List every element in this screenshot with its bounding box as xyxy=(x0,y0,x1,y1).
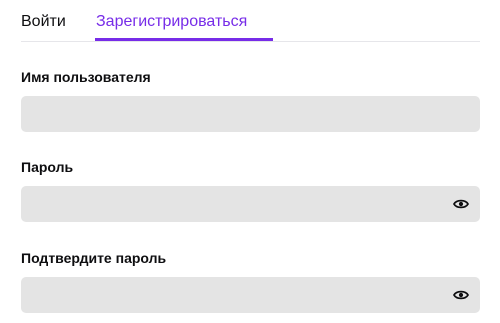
tab-register[interactable]: Зарегистрироваться xyxy=(96,12,247,32)
auth-tabs: Войти Зарегистрироваться xyxy=(21,0,480,42)
eye-icon-graphic xyxy=(453,199,469,209)
confirm-password-input[interactable] xyxy=(21,277,480,313)
eye-icon[interactable] xyxy=(452,195,470,213)
tab-login[interactable]: Войти xyxy=(21,12,66,32)
username-input[interactable] xyxy=(21,96,480,132)
eye-icon[interactable] xyxy=(452,286,470,304)
confirm-password-label: Подтвердите пароль xyxy=(21,250,167,266)
password-label: Пароль xyxy=(21,159,74,175)
password-input[interactable] xyxy=(21,186,480,222)
active-tab-indicator xyxy=(95,38,273,41)
username-label: Имя пользователя xyxy=(21,69,151,85)
eye-icon-graphic xyxy=(453,290,469,300)
